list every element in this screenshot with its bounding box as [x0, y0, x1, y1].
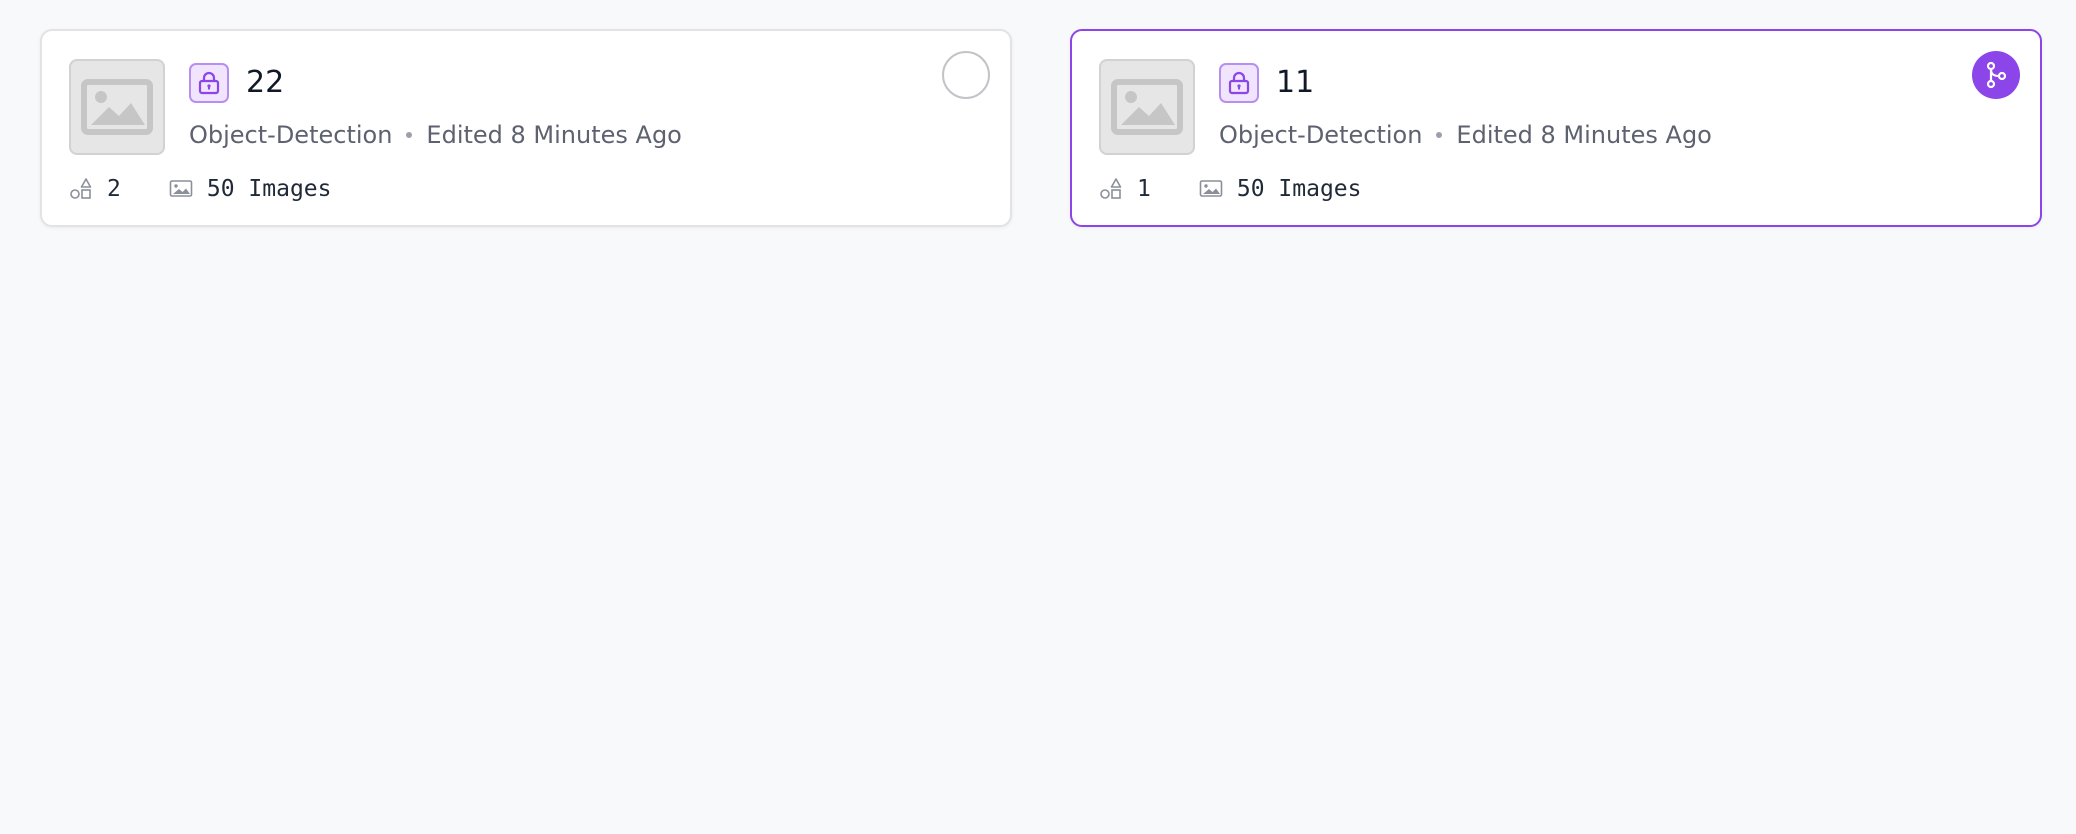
select-toggle[interactable]: [1972, 51, 2020, 99]
image-icon: [169, 180, 193, 197]
images-count: 50 Images: [1236, 176, 1362, 202]
images-stat: 50 Images: [1199, 176, 1362, 202]
project-edited-time: Edited 8 Minutes Ago: [426, 121, 682, 149]
project-type: Object-Detection: [1219, 121, 1423, 149]
image-icon: [1199, 180, 1223, 197]
separator-dot: [1436, 132, 1443, 138]
classes-count: 1: [1137, 176, 1151, 202]
project-thumbnail: [1099, 59, 1195, 155]
images-count: 50 Images: [206, 176, 332, 202]
project-thumbnail: [69, 59, 165, 155]
images-stat: 50 Images: [169, 176, 332, 202]
classes-stat: 1: [1099, 176, 1151, 202]
project-stats: 2 50 Images: [69, 171, 331, 207]
separator-dot: [406, 132, 413, 138]
lock-icon: [1228, 71, 1250, 95]
project-type: Object-Detection: [189, 121, 393, 149]
project-card-grid: 22 Object-Detection Edited 8 Minutes Ago…: [40, 29, 2042, 227]
project-title: 11: [1276, 65, 1315, 100]
image-placeholder-icon: [81, 79, 153, 135]
classes-stat: 2: [69, 176, 121, 202]
select-toggle[interactable]: [942, 51, 990, 99]
project-edited-time: Edited 8 Minutes Ago: [1456, 121, 1712, 149]
private-lock-badge: [1219, 63, 1259, 103]
private-lock-badge: [189, 63, 229, 103]
classes-count: 2: [107, 176, 121, 202]
project-meta: Object-Detection Edited 8 Minutes Ago: [1219, 117, 1712, 153]
shapes-icon: [70, 178, 92, 199]
lock-icon: [198, 71, 220, 95]
project-stats: 1 50 Images: [1099, 171, 1361, 207]
project-card[interactable]: 11 Object-Detection Edited 8 Minutes Ago…: [1070, 29, 2042, 227]
project-title: 22: [246, 65, 285, 100]
shapes-icon: [1100, 178, 1122, 199]
image-placeholder-icon: [1111, 79, 1183, 135]
git-fork-icon: [1986, 61, 2007, 89]
project-card[interactable]: 22 Object-Detection Edited 8 Minutes Ago…: [40, 29, 1012, 227]
project-meta: Object-Detection Edited 8 Minutes Ago: [189, 117, 682, 153]
